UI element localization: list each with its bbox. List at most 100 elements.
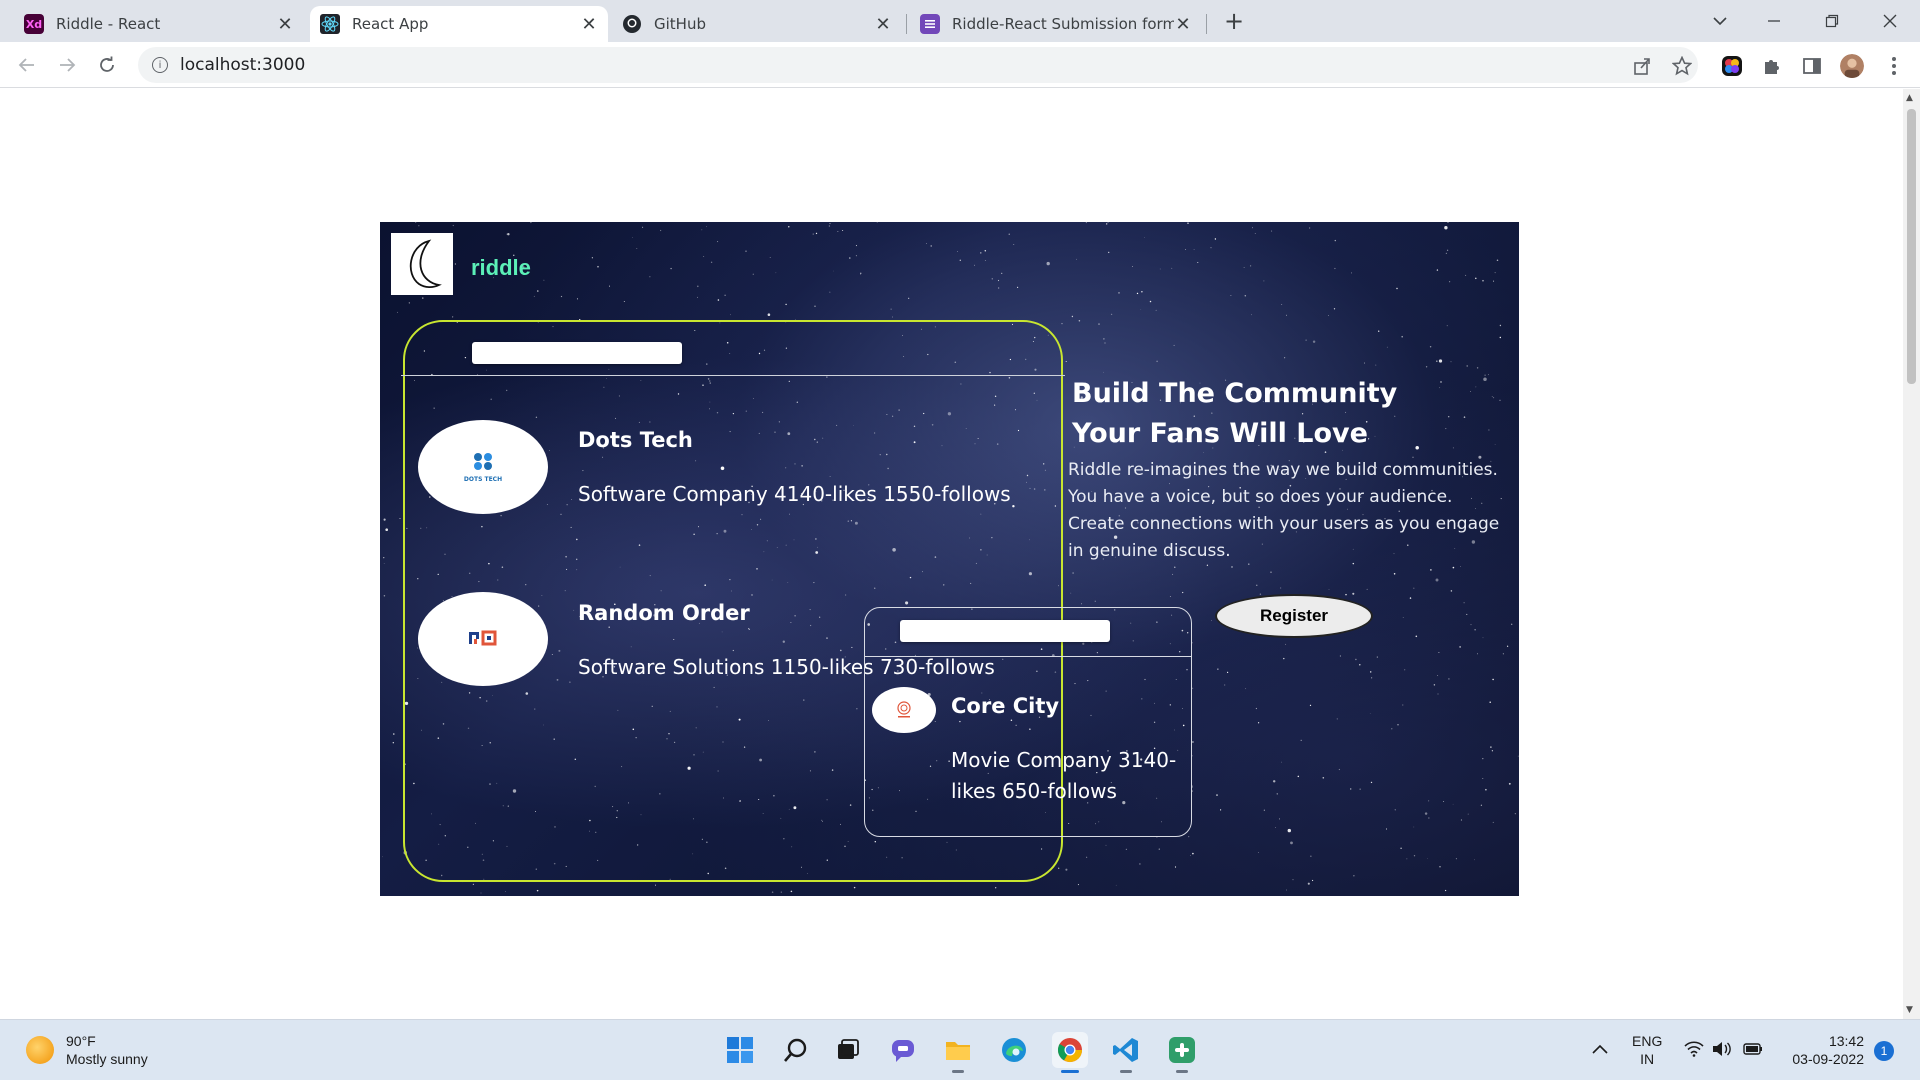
star	[1107, 222, 1109, 223]
reload-button[interactable]	[92, 50, 122, 80]
show-hidden-icons-button[interactable]	[1592, 1040, 1608, 1058]
profile-avatar[interactable]	[1840, 54, 1864, 78]
wifi-icon[interactable]	[1684, 1041, 1704, 1061]
tab-separator	[906, 14, 907, 34]
teams-chat-button[interactable]	[886, 1032, 922, 1068]
tab-strip: Xd Riddle - React ✕ React App ✕ GitHub ✕…	[0, 0, 1920, 42]
battery-icon[interactable]	[1742, 1041, 1764, 1061]
side-panel-icon[interactable]	[1800, 54, 1824, 78]
extension-app-icon[interactable]	[1720, 54, 1744, 78]
minimize-button[interactable]	[1754, 6, 1794, 36]
star	[1444, 889, 1447, 892]
weather-widget[interactable]: 90°F Mostly sunny	[26, 1032, 148, 1068]
bookmark-star-icon[interactable]	[1670, 54, 1694, 78]
star	[382, 856, 383, 858]
star	[1445, 428, 1447, 430]
app-button[interactable]	[1164, 1032, 1200, 1073]
info-icon[interactable]: i	[152, 57, 168, 73]
star	[995, 887, 997, 889]
star	[1271, 230, 1273, 232]
notification-badge[interactable]: 1	[1874, 1041, 1894, 1061]
windows-icon	[727, 1037, 753, 1063]
star	[1406, 858, 1408, 860]
search-input[interactable]	[900, 620, 1110, 642]
weather-temp: 90°F	[66, 1033, 96, 1049]
page-scrollbar[interactable]: ▲ ▼	[1903, 89, 1920, 1019]
star	[1415, 635, 1418, 638]
tab-riddle-xd[interactable]: Xd Riddle - React ✕	[14, 6, 304, 42]
tab-github[interactable]: GitHub ✕	[612, 6, 902, 42]
star	[383, 595, 386, 597]
forward-button[interactable]	[52, 50, 82, 80]
address-bar[interactable]: i localhost:3000	[138, 47, 1698, 83]
search-input[interactable]	[472, 342, 682, 364]
volume-icon[interactable]	[1712, 1041, 1732, 1061]
star	[1364, 362, 1365, 364]
logo-text: DOTS TECH	[464, 476, 502, 483]
logo[interactable]	[391, 233, 453, 295]
extensions-puzzle-icon[interactable]	[1760, 54, 1784, 78]
star	[1439, 866, 1441, 868]
language-indicator[interactable]: ENG IN	[1632, 1032, 1662, 1068]
star	[1245, 688, 1247, 690]
star	[1070, 592, 1072, 594]
menu-kebab-icon[interactable]	[1882, 54, 1906, 78]
star	[1424, 812, 1428, 815]
restore-button[interactable]	[1812, 6, 1852, 36]
star	[1402, 704, 1404, 706]
star	[1496, 259, 1499, 262]
star	[1499, 399, 1501, 401]
scroll-down-icon[interactable]: ▼	[1906, 1005, 1913, 1015]
star	[537, 290, 539, 292]
taskbar: 90°F Mostly sunny ENG IN 13:42 03-09-202…	[0, 1019, 1920, 1080]
brand-name[interactable]: riddle	[471, 255, 531, 281]
start-button[interactable]	[722, 1032, 758, 1068]
star	[785, 303, 787, 306]
clock[interactable]: 13:42 03-09-2022	[1776, 1032, 1864, 1068]
edge-button[interactable]	[996, 1032, 1032, 1068]
close-icon[interactable]: ✕	[874, 14, 892, 35]
close-icon[interactable]: ✕	[580, 14, 598, 35]
star	[1452, 803, 1454, 805]
close-icon[interactable]: ✕	[276, 14, 294, 35]
star	[1338, 768, 1341, 771]
star	[833, 270, 834, 272]
star	[1188, 836, 1190, 838]
vscode-button[interactable]	[1108, 1032, 1144, 1073]
star	[876, 222, 878, 223]
tab-react-app[interactable]: React App ✕	[310, 6, 608, 42]
star	[1159, 268, 1161, 270]
star	[1475, 277, 1477, 280]
dots-tech-logo-icon: DOTS TECH	[464, 453, 502, 483]
register-button[interactable]: Register	[1215, 594, 1373, 638]
star	[1436, 269, 1439, 271]
star	[1182, 591, 1184, 594]
star	[1353, 875, 1355, 877]
panel-divider	[865, 656, 1191, 657]
tab-submission-form[interactable]: Riddle-React Submission form| H ✕	[910, 6, 1202, 42]
star	[1001, 272, 1003, 275]
url-text[interactable]: localhost:3000	[180, 55, 305, 75]
star	[1452, 447, 1454, 449]
star	[1470, 624, 1472, 626]
star	[576, 298, 578, 300]
share-icon[interactable]	[1630, 54, 1654, 78]
hero-headline: Build The Community Your Fans Will Love	[1072, 374, 1397, 454]
file-explorer-button[interactable]	[940, 1032, 976, 1073]
scroll-thumb[interactable]	[1907, 109, 1916, 384]
star	[1397, 724, 1399, 726]
star	[1433, 684, 1436, 686]
back-button[interactable]	[12, 50, 42, 80]
scroll-up-icon[interactable]: ▲	[1906, 93, 1913, 103]
company-name: Random Order	[578, 601, 750, 625]
tab-search-button[interactable]	[1700, 6, 1740, 36]
close-icon[interactable]: ✕	[1174, 14, 1192, 35]
star	[1285, 643, 1287, 645]
close-icon	[1883, 14, 1897, 28]
window-close-button[interactable]	[1870, 6, 1910, 36]
chrome-button[interactable]	[1052, 1032, 1088, 1073]
new-tab-button[interactable]: +	[1214, 6, 1254, 36]
search-button[interactable]	[778, 1032, 814, 1068]
task-view-button[interactable]	[830, 1032, 866, 1068]
star	[415, 222, 417, 223]
